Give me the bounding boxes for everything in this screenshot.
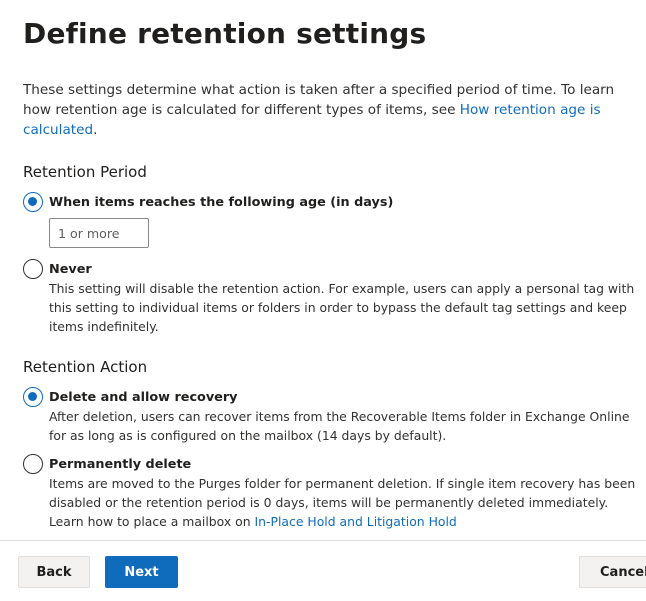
retention-action-heading: Retention Action [23,358,148,376]
age-days-input[interactable] [49,218,149,248]
radio-age-in-days-label[interactable]: When items reaches the following age (in… [49,195,393,210]
page-title: Define retention settings [23,17,427,50]
radio-age-in-days[interactable] [23,192,43,212]
permanently-delete-description: Items are moved to the Purges folder for… [49,474,641,531]
radio-permanently-delete-label[interactable]: Permanently delete [49,457,191,472]
retention-settings-page: Define retention settings These settings… [0,0,646,601]
delete-allow-recovery-description: After deletion, users can recover items … [49,409,630,443]
cancel-button[interactable]: Cancel [579,556,646,588]
footer-divider [0,540,646,541]
never-description: This setting will disable the retention … [49,281,635,334]
back-button[interactable]: Back [18,556,90,588]
in-place-hold-link[interactable]: In-Place Hold and Litigation Hold [255,514,457,529]
radio-delete-allow-recovery-label[interactable]: Delete and allow recovery [49,390,238,405]
radio-delete-allow-recovery[interactable] [23,387,43,407]
next-button[interactable]: Next [105,556,178,588]
radio-never[interactable] [23,259,43,279]
intro-end: . [93,122,98,138]
radio-permanently-delete[interactable] [23,454,43,474]
radio-never-label[interactable]: Never [49,262,92,277]
intro-paragraph: These settings determine what action is … [23,80,638,140]
retention-period-heading: Retention Period [23,163,147,181]
